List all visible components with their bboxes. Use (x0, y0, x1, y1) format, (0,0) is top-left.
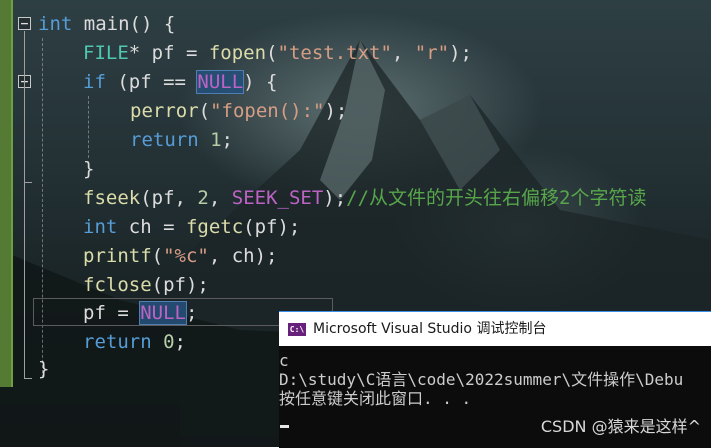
type-token: FILE (83, 42, 129, 64)
code-line-10: fclose(pf); (83, 271, 209, 300)
fold-region-line (24, 31, 25, 378)
code-text: , (391, 42, 415, 64)
string-token: "r" (414, 42, 450, 64)
console-output-line: D:\study\C语言\code\2022summer\文件操作\Debu (279, 370, 684, 389)
code-text: (pf); (151, 274, 209, 296)
code-text: ); (323, 187, 347, 209)
code-text: ); (449, 42, 472, 64)
null-token-highlighted: NULL (196, 70, 245, 94)
code-text: ); (324, 100, 348, 122)
function-token: fseek (83, 187, 141, 209)
code-text: ; (185, 302, 198, 324)
code-line-5: return 1; (130, 126, 233, 155)
function-token: printf (83, 245, 152, 267)
code-text: (pf == (105, 71, 198, 93)
function-token: fopen (208, 42, 267, 64)
code-text: ; (221, 129, 233, 151)
function-token: perror (130, 100, 199, 122)
change-tracking-bar (11, 0, 13, 387)
code-text: ; (174, 331, 186, 353)
csdn-watermark: CSDN @猿来是这样^ (540, 417, 701, 436)
indent-guide (88, 96, 89, 158)
code-text: } (83, 158, 95, 180)
code-text: ( (151, 245, 164, 267)
console-app-icon: C:\ (288, 323, 306, 336)
code-text: , ch); (208, 245, 278, 267)
console-cursor (280, 425, 289, 428)
function-token: fgetc (185, 216, 244, 238)
number-token: 0 (163, 331, 175, 353)
keyword-token: int (38, 13, 73, 35)
code-text: ( (266, 42, 278, 64)
console-output-line: c (279, 351, 289, 370)
code-line-6: } (83, 155, 94, 184)
code-text: ch = (117, 216, 186, 238)
code-text: ) { (243, 71, 278, 93)
code-line-8: int ch = fgetc(pf); (83, 213, 300, 242)
code-line-9: printf("%c", ch); (83, 242, 278, 271)
null-token-highlighted: NULL (139, 301, 187, 325)
code-line-3: if (pf == NULL) { (83, 68, 278, 97)
code-line-1: int main() { (38, 10, 175, 39)
function-token: fclose (83, 274, 152, 296)
keyword-token: if (83, 71, 106, 93)
code-text: (pf); (243, 216, 301, 238)
code-text: , (208, 187, 232, 209)
code-text: main() { (72, 13, 176, 35)
code-text: * pf = (128, 42, 209, 64)
console-title-bar[interactable]: C:\ Microsoft Visual Studio 调试控制台 (279, 312, 711, 346)
fold-region-end (24, 378, 32, 379)
code-line-2: FILE* pf = fopen("test.txt", "r"); (83, 39, 472, 68)
keyword-token: int (83, 216, 118, 238)
string-token: "test.txt" (277, 42, 392, 64)
number-token: 1 (210, 129, 222, 151)
number-token: 2 (197, 187, 209, 209)
string-token: "%c" (163, 245, 209, 267)
fold-collapse-icon[interactable]: − (18, 17, 31, 30)
code-text: ( (198, 100, 211, 122)
code-line-7: fseek(pf, 2, SEEK_SET);//从文件的开头往右偏移2个字符读 (83, 184, 646, 213)
console-title: Microsoft Visual Studio 调试控制台 (313, 321, 547, 337)
code-text: pf = (83, 302, 141, 324)
code-line-12: return 0; (83, 328, 186, 357)
comment-token: //从文件的开头往右偏移2个字符读 (346, 187, 647, 209)
keyword-token: return (130, 129, 199, 151)
macro-token: SEEK_SET (231, 187, 324, 209)
code-line-4: perror("fopen():"); (130, 97, 347, 126)
string-token: "fopen():" (210, 100, 325, 122)
fold-region-end (24, 182, 32, 183)
code-text: } (38, 358, 50, 380)
code-text: (pf, (140, 187, 198, 209)
code-line-13: } (38, 355, 49, 384)
code-line-11: pf = NULL; (83, 299, 197, 328)
console-output-line: 按任意键关闭此窗口. . . (279, 389, 472, 408)
keyword-token: return (83, 331, 152, 353)
indent-guide (42, 38, 43, 378)
